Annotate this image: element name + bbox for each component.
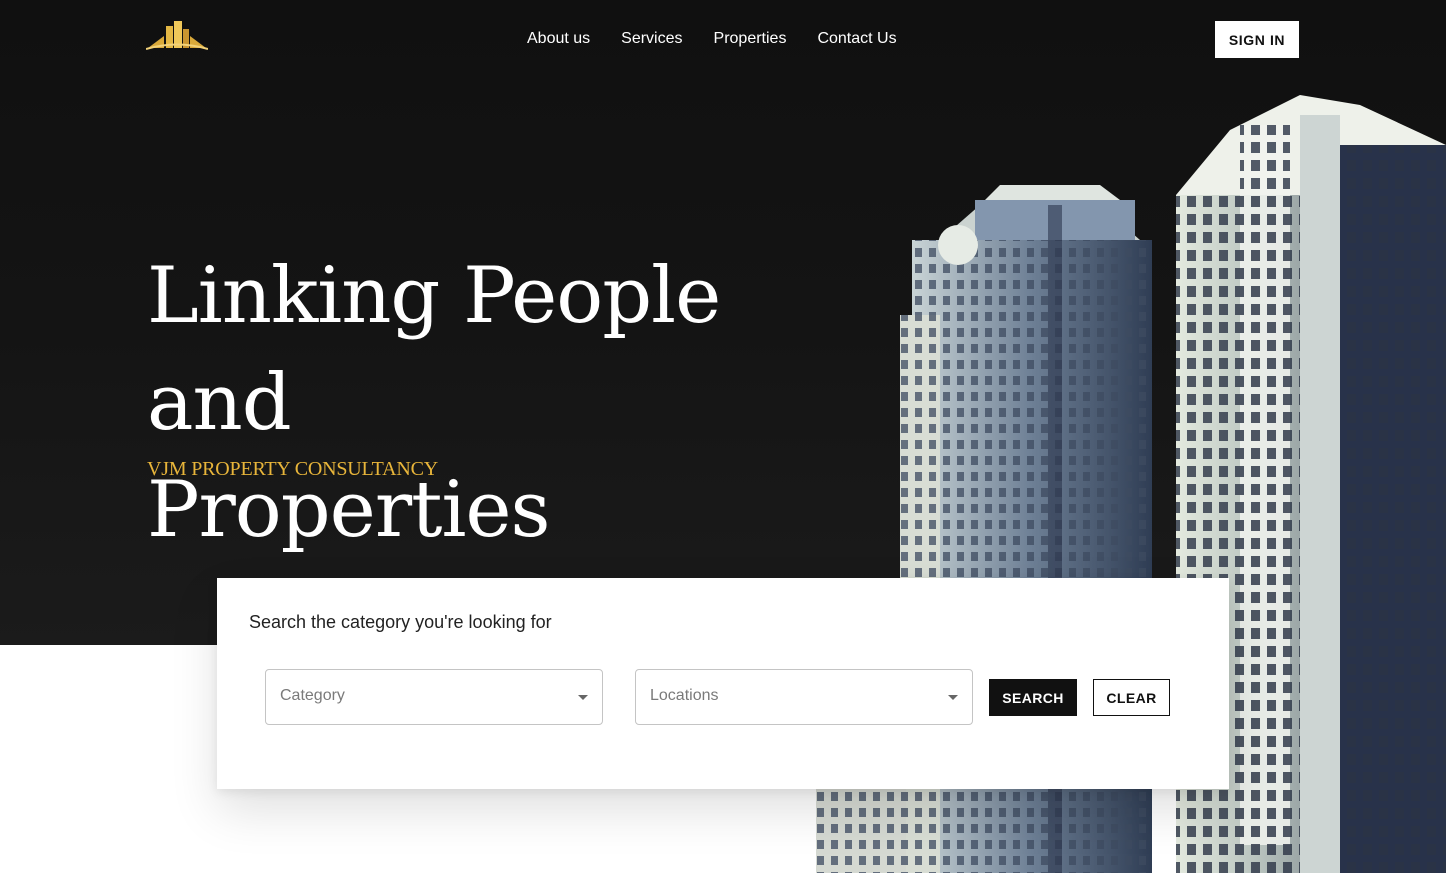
search-card: Search the category you're looking for C…	[217, 578, 1229, 789]
search-button[interactable]: SEARCH	[989, 679, 1077, 716]
category-select[interactable]: Category	[265, 669, 603, 725]
hero-tagline: VJM PROPERTY CONSULTANCY	[147, 458, 438, 480]
category-placeholder: Category	[280, 687, 345, 704]
search-card-title: Search the category you're looking for	[249, 612, 552, 632]
nav-about-us[interactable]: About us	[527, 28, 590, 50]
nav-contact-us[interactable]: Contact Us	[817, 28, 896, 50]
locations-dropdown-icon	[948, 695, 958, 700]
locations-placeholder: Locations	[650, 687, 719, 704]
clear-button[interactable]: CLEAR	[1093, 679, 1170, 716]
brand-logo-icon[interactable]	[146, 18, 208, 52]
sign-in-button[interactable]: SIGN IN	[1215, 21, 1299, 58]
nav-services[interactable]: Services	[621, 28, 682, 50]
main-nav: About us Services Properties Contact Us	[527, 28, 897, 50]
category-dropdown-icon	[578, 695, 588, 700]
hero-headline: Linking People and Properties	[147, 243, 887, 564]
hero-headline-line1: Linking People and	[147, 251, 721, 448]
nav-properties[interactable]: Properties	[714, 28, 787, 50]
locations-select[interactable]: Locations	[635, 669, 973, 725]
